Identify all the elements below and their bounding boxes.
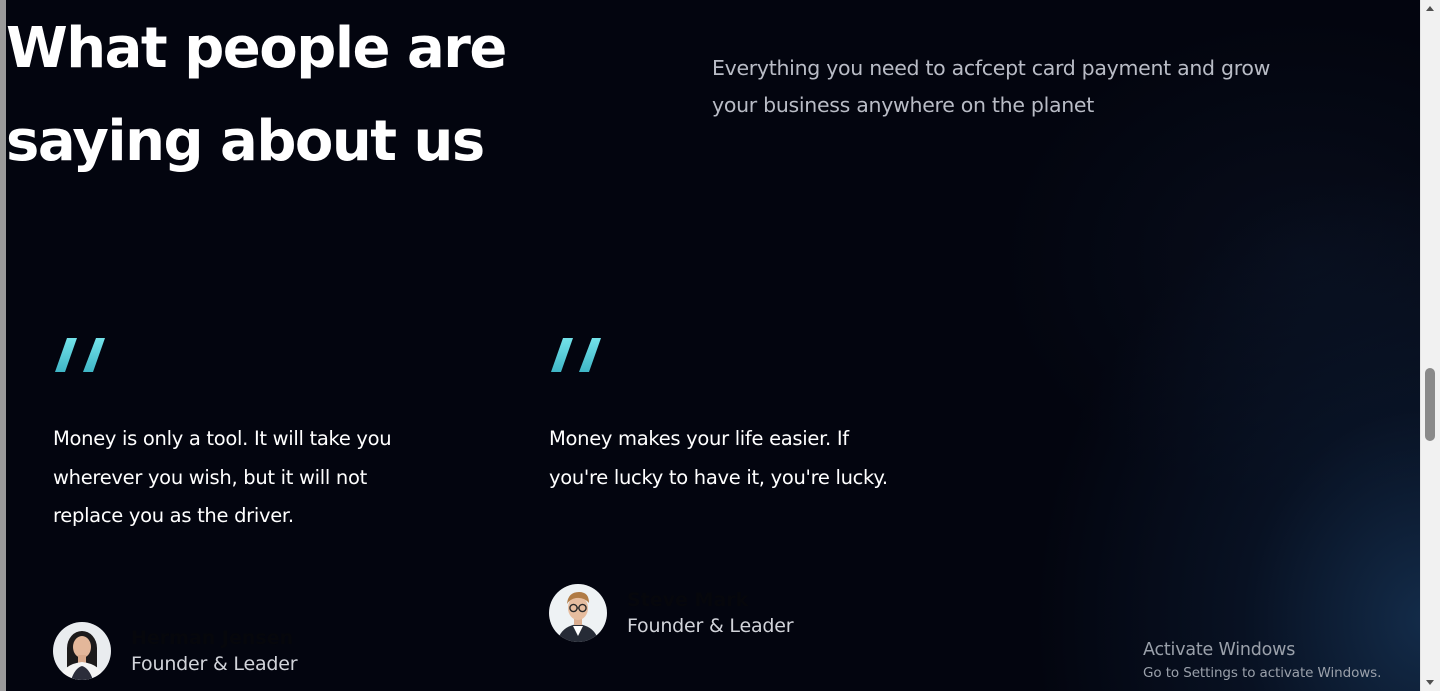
testimonial-author: Steve Mark Founder & Leader [549, 584, 909, 644]
scroll-up-arrow-icon[interactable] [1426, 6, 1434, 11]
avatar-photo-woman-icon [53, 622, 111, 680]
testimonial-quote: Money makes your life easier. If you're … [549, 427, 888, 489]
avatar [53, 622, 111, 680]
testimonial-author: Herman Jensen Founder & Leader [53, 622, 413, 682]
section-heading: What people are saying about us [6, 16, 507, 174]
testimonial-quote: Money is only a tool. It will take you w… [53, 427, 392, 527]
section-subtitle: Everything you need to acfcept card paym… [712, 56, 1271, 117]
scrollbar-thumb[interactable] [1425, 368, 1435, 441]
testimonial-card: Money is only a tool. It will take you w… [53, 338, 413, 680]
author-name: Steve Mark [627, 589, 749, 611]
author-name: Herman Jensen [131, 627, 294, 649]
testimonial-card: Money makes your life easier. If you're … [549, 338, 909, 642]
author-role: Founder & Leader [627, 615, 794, 637]
testimonials-section: What people are saying about us Everythi… [6, 0, 1420, 691]
author-role: Founder & Leader [131, 653, 298, 675]
avatar-photo-man-glasses-icon [549, 584, 607, 642]
watermark-subtitle: Go to Settings to activate Windows. [1143, 665, 1382, 681]
avatar [549, 584, 607, 642]
quote-mark-icon [55, 338, 105, 372]
vertical-scrollbar[interactable] [1420, 0, 1440, 691]
activate-windows-watermark: Activate Windows Go to Settings to activ… [1143, 638, 1420, 684]
quote-mark-icon [551, 338, 601, 372]
scroll-down-arrow-icon[interactable] [1426, 680, 1434, 685]
watermark-title: Activate Windows [1143, 640, 1296, 660]
